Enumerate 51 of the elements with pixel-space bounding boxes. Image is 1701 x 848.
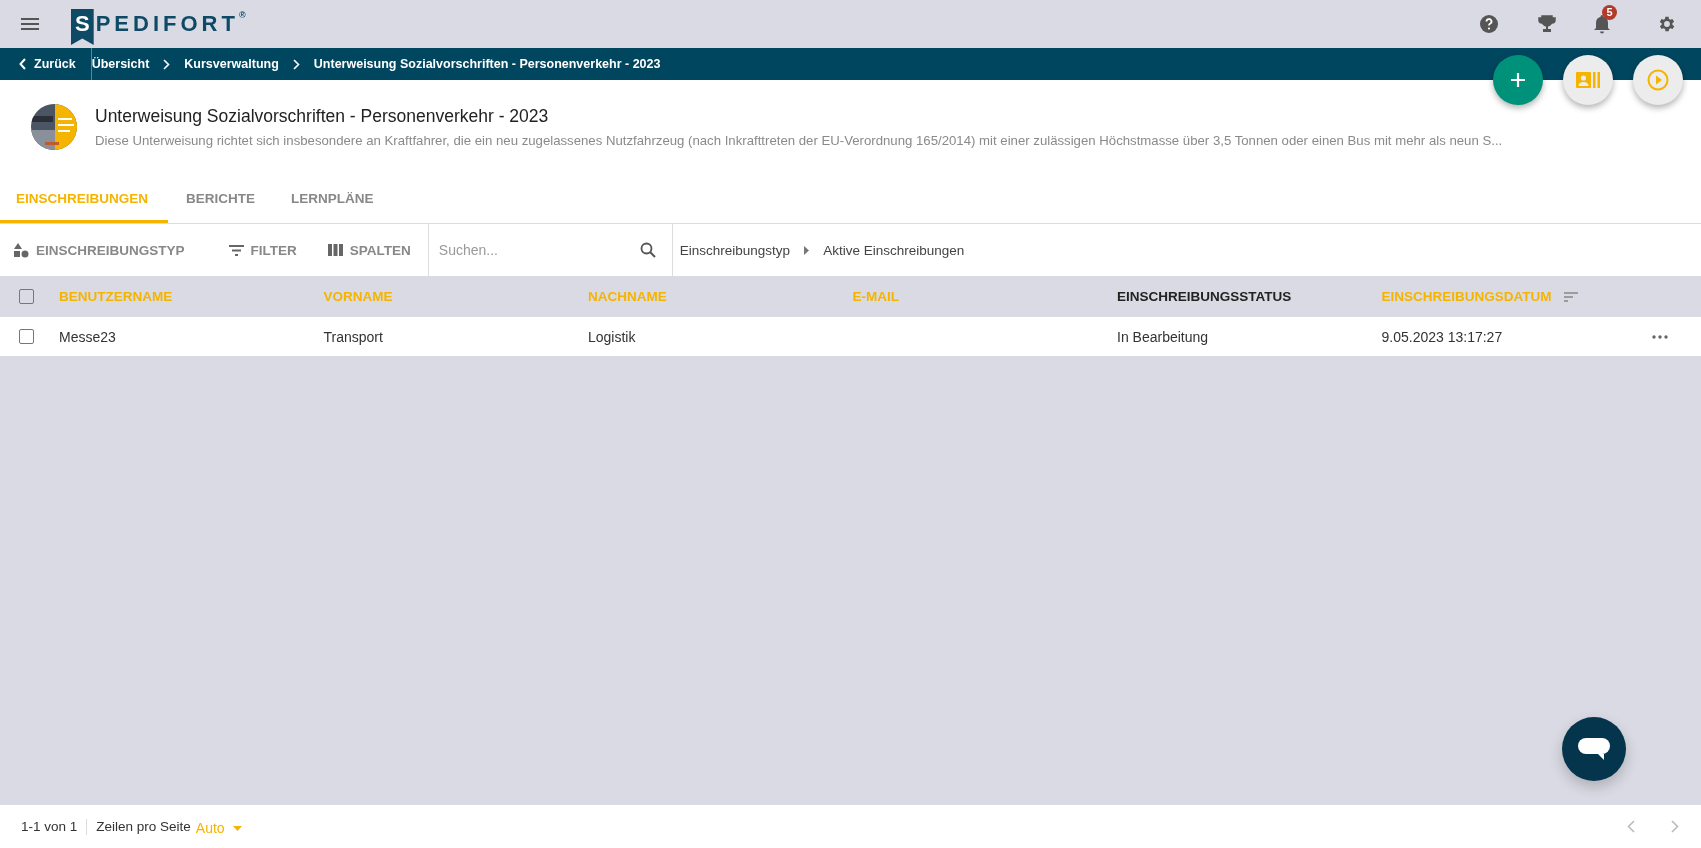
speech-bubble-icon (1577, 736, 1611, 762)
table-cell: Transport (323, 328, 383, 345)
play-button[interactable] (1633, 55, 1683, 105)
filter-icon (228, 244, 244, 256)
table-cell: In Bearbeitung (1117, 328, 1209, 345)
breadcrumb-link[interactable]: Übersicht (91, 57, 150, 71)
chevron-left-icon (19, 58, 27, 70)
search-field[interactable]: Suchen... (436, 241, 640, 259)
row-checkbox[interactable] (19, 329, 34, 344)
columns-icon (327, 244, 343, 256)
help-icon[interactable] (1479, 14, 1499, 34)
tab[interactable]: LERNPLÄNE (275, 177, 392, 223)
column-header: EINSCHREIBUNGSSTATUS (1117, 289, 1292, 304)
play-icon (1647, 69, 1669, 91)
settings-icon[interactable] (1657, 14, 1677, 34)
course-thumbnail (31, 103, 77, 150)
toolbar-button[interactable]: EINSCHREIBUNGSTYP (0, 224, 215, 276)
filter-path-item[interactable]: Aktive Einschreibungen (823, 242, 965, 258)
chevron-right-icon (292, 58, 300, 70)
rows-per-page-dropdown[interactable]: Auto (190, 817, 246, 836)
notification-badge: 5 (1602, 5, 1617, 20)
bell-icon[interactable] (1593, 14, 1611, 34)
more-icon[interactable] (1652, 334, 1668, 339)
caret-down-icon (232, 825, 242, 831)
table-cell: Logistik (588, 328, 636, 345)
shapes-icon (14, 242, 29, 258)
table-cell: Messe23 (59, 328, 116, 345)
filter-path-item[interactable]: Einschreibungstyp (679, 242, 791, 258)
back-link[interactable]: Zurück (0, 48, 92, 80)
table-cell: 9.05.2023 13:17:27 (1381, 328, 1503, 345)
trophy-icon[interactable] (1537, 14, 1557, 34)
search-icon[interactable] (639, 242, 656, 258)
course-title: Unterweisung Sozialvorschriften - Personenverkehr - 2023 (95, 105, 550, 127)
page-range: 1-1 von 1 (21, 819, 78, 834)
contact-card-button[interactable] (1563, 55, 1613, 105)
breadcrumb-link[interactable]: Unterweisung Sozialvorschriften - Personenverkehr - 2023 (313, 57, 661, 71)
toolbar-button[interactable]: SPALTEN (313, 224, 428, 276)
select-all-checkbox[interactable] (19, 289, 34, 304)
tab[interactable]: EINSCHREIBUNGEN (0, 177, 168, 223)
logo: S PEDIFORT$^{®}$ (71, 6, 246, 42)
contact-card-icon (1576, 72, 1600, 88)
course-description: Diese Unterweisung richtet sich insbesondere an Kraftfahrer, die ein neu zugelassenes Nutzfahrzeug (nach Inkrafttreten der EU-Verordnung 165/2014) mit einer zulässigen Höchstmasse über 3,5 Tonnen oder einen Bus mit mehr als neun S... (95, 132, 1503, 148)
rows-per-page-label: Zeilen pro Seite (96, 819, 191, 834)
menu-icon[interactable] (21, 18, 39, 30)
add-button[interactable] (1493, 55, 1543, 105)
caret-right-icon (804, 245, 810, 255)
toolbar-button[interactable]: FILTER (214, 224, 314, 276)
chevron-right-icon (163, 58, 171, 70)
tab[interactable]: BERICHTE (170, 177, 274, 223)
plus-icon (1510, 72, 1526, 88)
breadcrumb-link[interactable]: Kursverwaltung (184, 57, 279, 71)
